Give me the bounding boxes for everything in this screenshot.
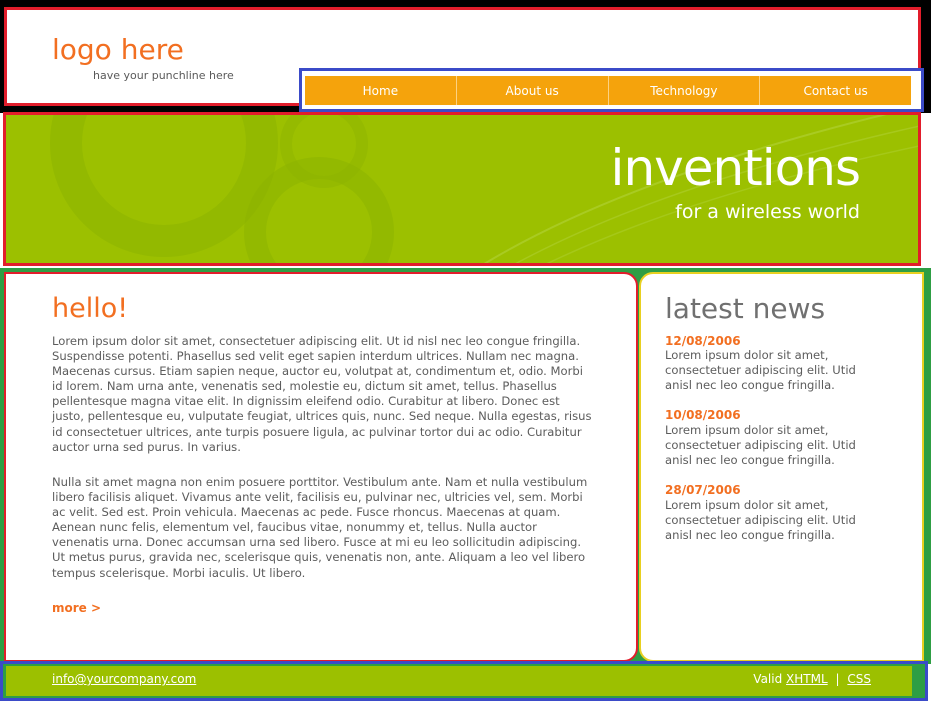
news-text: Lorem ipsum dolor sit amet, consectetuer… [665, 348, 856, 392]
valid-label: Valid [753, 672, 783, 686]
news-date[interactable]: 10/08/2006 [665, 408, 741, 422]
nav-item-about-us[interactable]: About us [455, 76, 608, 105]
nav-item-contact-us[interactable]: Contact us [759, 76, 911, 105]
banner-title: inventions [610, 139, 861, 197]
email-link[interactable]: info@yourcompany.com [52, 672, 196, 686]
banner: inventions for a wireless world [3, 112, 921, 266]
banner-subtitle: for a wireless world [675, 201, 860, 223]
punchline: have your punchline here [93, 69, 234, 82]
news-text: Lorem ipsum dolor sit amet, consectetuer… [665, 498, 856, 542]
main-paragraph: Nulla sit amet magna non enim posuere po… [52, 475, 588, 580]
nav-item-home[interactable]: Home [305, 76, 456, 105]
news-date[interactable]: 28/07/2006 [665, 483, 741, 497]
validation-links: Valid XHTML | CSS [753, 672, 871, 686]
news-text: Lorem ipsum dolor sit amet, consectetuer… [665, 423, 856, 467]
separator: | [835, 672, 840, 686]
main-nav: Home About us Technology Contact us [305, 76, 911, 105]
main-title: hello! [52, 293, 129, 324]
logo[interactable]: logo here [52, 33, 184, 66]
news-title: latest news [665, 292, 826, 325]
more-link[interactable]: more > [52, 601, 101, 615]
nav-item-technology[interactable]: Technology [607, 76, 760, 105]
news-date[interactable]: 12/08/2006 [665, 334, 741, 348]
xhtml-link[interactable]: XHTML [786, 672, 828, 686]
main-paragraph: Lorem ipsum dolor sit amet, consectetuer… [52, 334, 592, 454]
css-link[interactable]: CSS [847, 672, 871, 686]
